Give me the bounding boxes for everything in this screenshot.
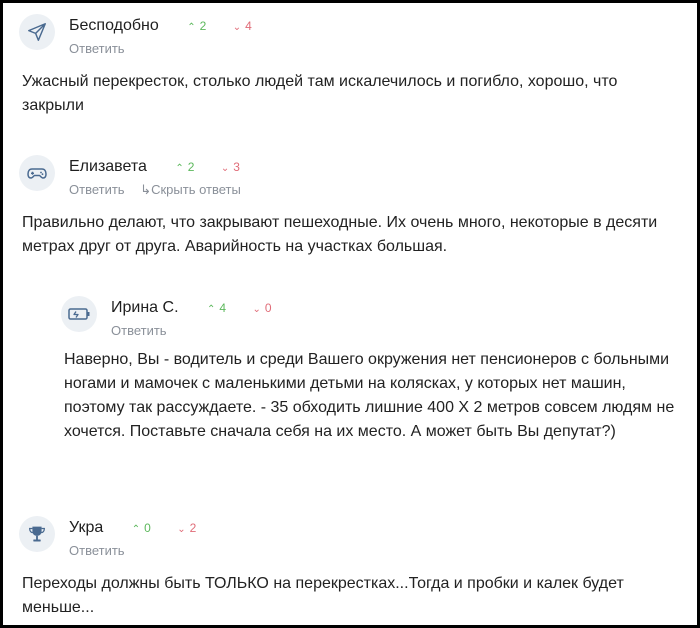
downvote-count: 2 <box>189 521 197 535</box>
downvote-count: 3 <box>233 160 240 174</box>
reply-button[interactable]: Ответить <box>69 41 125 56</box>
downvote-button[interactable]: ⌄ 3 <box>221 160 240 174</box>
comment-actions: Ответить <box>69 543 125 558</box>
downvote-count: 4 <box>245 19 252 33</box>
arrow-up-icon: ⌃ <box>131 524 141 535</box>
downvote-button[interactable]: ⌄ 2 <box>177 521 196 535</box>
downvote-button[interactable]: ⌄ 4 <box>233 19 252 33</box>
battery-icon <box>68 308 90 320</box>
comment-text: Наверно, Вы - водитель и среди Вашего ок… <box>64 351 675 440</box>
comment-text: Переходы должны быть ТОЛЬКО на перекрест… <box>22 575 624 616</box>
hide-replies-button[interactable]: ↳Скрыть ответы <box>140 182 241 197</box>
gamepad-icon <box>27 168 47 179</box>
comment-author[interactable]: Бесподобно <box>69 17 159 35</box>
upvote-count: 2 <box>187 160 195 174</box>
upvote-count: 2 <box>199 19 207 33</box>
arrow-up-icon: ⌃ <box>175 163 184 174</box>
avatar[interactable] <box>19 14 55 50</box>
comment-author[interactable]: Укра <box>69 519 103 537</box>
avatar[interactable] <box>19 516 55 552</box>
avatar[interactable] <box>19 155 55 191</box>
downvote-count: 0 <box>264 301 272 315</box>
paper-plane-icon <box>28 23 46 41</box>
downvote-button[interactable]: ⌄ 0 <box>253 301 272 315</box>
reply-button[interactable]: Ответить <box>69 182 125 197</box>
comment-meta: Бесподобно ⌃ 2 ⌄ 4 <box>69 17 252 35</box>
arrow-up-icon: ⌃ <box>187 22 196 33</box>
arrow-down-icon: ⌄ <box>220 163 230 174</box>
reply-arrow-icon: ↳ <box>140 182 152 197</box>
avatar[interactable] <box>61 296 97 332</box>
comment-actions: Ответить ↳Скрыть ответы <box>69 182 241 198</box>
upvote-count: 0 <box>144 521 151 535</box>
upvote-button[interactable]: ⌃ 4 <box>207 301 226 315</box>
comment-meta: Укра ⌃ 0 ⌄ 2 <box>69 519 196 537</box>
upvote-count: 4 <box>219 301 227 315</box>
comment-author[interactable]: Елизавета <box>69 158 147 176</box>
comment-actions: Ответить <box>69 41 125 56</box>
comment-actions: Ответить <box>111 323 167 338</box>
upvote-button[interactable]: ⌃ 2 <box>175 160 194 174</box>
comment-author[interactable]: Ирина С. <box>111 299 179 317</box>
comment-meta: Ирина С. ⌃ 4 ⌄ 0 <box>111 299 272 317</box>
arrow-up-icon: ⌃ <box>206 304 216 315</box>
reply-button[interactable]: Ответить <box>111 323 167 338</box>
trophy-icon <box>29 526 45 542</box>
arrow-down-icon: ⌄ <box>232 22 242 33</box>
reply-button[interactable]: Ответить <box>69 543 125 558</box>
hide-replies-label: Скрыть ответы <box>151 182 241 197</box>
arrow-down-icon: ⌄ <box>177 524 186 535</box>
comment-text: Ужасный перекресток, столько людей там и… <box>22 73 618 114</box>
comment-meta: Елизавета ⌃ 2 ⌄ 3 <box>69 158 240 176</box>
comment-text: Правильно делают, что закрывают пешеходн… <box>22 214 658 255</box>
arrow-down-icon: ⌄ <box>252 304 261 315</box>
upvote-button[interactable]: ⌃ 2 <box>187 19 206 33</box>
upvote-button[interactable]: ⌃ 0 <box>132 521 151 535</box>
